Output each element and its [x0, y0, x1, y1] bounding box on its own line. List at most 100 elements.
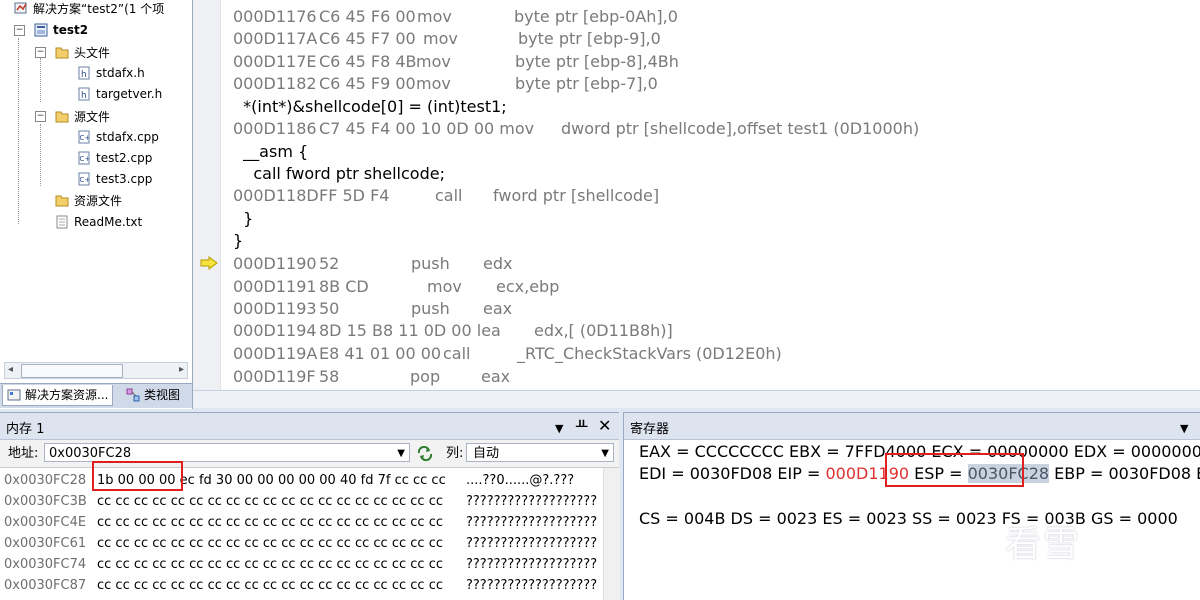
memory-row-bytes[interactable]: cc cc cc cc cc cc cc cc cc cc cc cc cc c…	[97, 554, 443, 575]
register-edi-eip-text: EDI = 0030FD08 EIP =	[639, 464, 826, 483]
memory-row-bytes[interactable]: cc cc cc cc cc cc cc cc cc cc cc cc cc c…	[97, 491, 443, 512]
svg-text:h: h	[81, 70, 87, 80]
scrollbar-thumb[interactable]	[21, 364, 123, 378]
memory-row-chars: ???????????????????	[466, 578, 598, 593]
disassembly-view[interactable]: 000D1176 C6 45 F6 00 mov byte ptr [ebp-0Ah]…	[221, 0, 1200, 390]
memory-row-bytes[interactable]: cc cc cc cc cc cc cc cc cc cc cc cc cc c…	[97, 512, 443, 533]
asm-mnemonic: mov	[417, 7, 452, 26]
address-dropdown-icon[interactable]: ▼	[397, 444, 405, 463]
source-line[interactable]: __asm {	[233, 141, 308, 163]
asm-bytes: C6 45 F9 00	[319, 74, 416, 93]
memory-close-icon[interactable]: ✕	[598, 416, 611, 436]
asm-operands: byte ptr [ebp-8],4Bh	[515, 52, 679, 71]
memory-row[interactable]: 0x0030FC4E cc cc cc cc cc cc cc cc cc cc …	[0, 512, 600, 533]
memory-vertical-scrollbar[interactable]	[603, 468, 620, 600]
memory-row-chars: ???????????????????	[466, 536, 598, 551]
tree-file-test2-cpp[interactable]: C+ test2.cpp	[77, 148, 152, 168]
tab-class-view[interactable]: 类视图	[122, 385, 184, 405]
asm-address: 000D1176	[233, 7, 317, 26]
folder-icon	[55, 47, 69, 59]
asm-bytes: 8B CD	[319, 277, 369, 296]
asm-bytes: 50	[319, 299, 340, 318]
source-line[interactable]: }	[233, 230, 243, 252]
asm-address: 000D1194	[233, 321, 317, 340]
memory-row[interactable]: 0x0030FC28 1b 00 00 00 ec fd 30 00 00 00 …	[0, 470, 600, 491]
memory-row-chars: ???????????????????	[466, 515, 598, 530]
asm-operands: byte ptr [ebp-9],0	[518, 29, 661, 48]
scroll-right-icon[interactable]: ▸	[179, 363, 184, 377]
columns-select[interactable]: 自动 ▼	[466, 443, 614, 462]
collapse-project-toggle[interactable]: −	[14, 25, 25, 36]
memory-row-address: 0x0030FC61	[4, 536, 87, 551]
asm-bytes: 58	[319, 367, 340, 386]
scroll-left-icon[interactable]: ◂	[8, 363, 13, 377]
tree-folder-headers[interactable]: 头文件	[55, 42, 110, 62]
asm-mnemonic: push	[411, 254, 450, 273]
class-view-icon	[126, 388, 140, 402]
asm-address: 000D117A	[233, 29, 318, 48]
address-input[interactable]: 0x0030FC28 ▼	[44, 443, 410, 462]
asm-bytes: C6 45 F6 00	[319, 7, 416, 26]
tree-file-targetver-h[interactable]: h targetver.h	[77, 84, 162, 104]
memory-dropdown-icon[interactable]: ▼	[555, 419, 563, 439]
address-label: 地址:	[8, 446, 39, 461]
collapse-source-files-toggle[interactable]: −	[35, 111, 46, 122]
asm-address: 000D118D	[233, 186, 319, 205]
tree-file-stdafx-cpp[interactable]: C+ stdafx.cpp	[77, 127, 159, 147]
reevaluate-icon[interactable]	[416, 446, 434, 461]
memory-row[interactable]: 0x0030FC3B cc cc cc cc cc cc cc cc cc cc …	[0, 491, 600, 512]
collapse-header-files-toggle[interactable]: −	[35, 47, 46, 58]
asm-mnemonic: push	[411, 299, 450, 318]
tree-project[interactable]: test2	[34, 20, 88, 40]
memory-row-bytes[interactable]: cc cc cc cc cc cc cc cc cc cc cc cc cc c…	[97, 533, 443, 554]
asm-operands: eax	[481, 367, 511, 386]
file-label: stdafx.h	[96, 66, 145, 80]
asm-bytes: E8 41 01 00 00	[319, 344, 442, 363]
registers-dropdown-icon[interactable]: ▼	[1180, 419, 1188, 439]
memory-row-bytes[interactable]: cc cc cc cc cc cc cc cc cc cc cc cc cc c…	[97, 575, 443, 596]
tree-folder-sources[interactable]: 源文件	[55, 106, 110, 126]
tree-file-readme[interactable]: ReadMe.txt	[55, 212, 142, 232]
memory-row[interactable]: 0x0030FC74 cc cc cc cc cc cc cc cc cc cc …	[0, 554, 600, 575]
registers-window: 寄存器 ▼ EAX = CCCCCCCC EBX = 7FFD4000 ECX …	[623, 412, 1200, 600]
tree-file-test3-cpp[interactable]: C+ test3.cpp	[77, 169, 152, 189]
text-file-icon	[56, 215, 68, 229]
source-line[interactable]: *(int*)&shellcode[0] = (int)test1;	[233, 96, 507, 118]
columns-dropdown-icon[interactable]: ▼	[601, 444, 609, 463]
asm-operands: eax	[483, 299, 513, 318]
asm-address: 000D1186	[233, 119, 317, 138]
solution-explorer: 解决方案“test2”(1 个项 − test2 − 头文件 h stdafx.…	[0, 0, 193, 409]
asm-mnemonic: mov	[416, 74, 451, 93]
folder-icon	[55, 195, 69, 207]
memory-title-bar: 内存 1 ▼ ᚇ ✕	[0, 413, 619, 440]
asm-mnemonic: call	[443, 344, 471, 363]
memory-row[interactable]: 0x0030FC87 cc cc cc cc cc cc cc cc cc cc …	[0, 575, 600, 596]
editor-gutter[interactable]	[193, 0, 221, 390]
editor-horizontal-scrollbar[interactable]	[193, 390, 1200, 408]
cpp-file-icon: C+	[78, 151, 90, 165]
asm-address: 000D1191	[233, 277, 317, 296]
memory-highlight-box	[92, 461, 183, 491]
project-label: test2	[53, 23, 89, 37]
asm-operands: byte ptr [ebp-7],0	[515, 74, 658, 93]
columns-label: 列:	[446, 446, 464, 461]
register-line-3: CS = 004B DS = 0023 ES = 0023 SS = 0023 …	[639, 509, 1178, 528]
source-line[interactable]: }	[233, 208, 253, 230]
memory-row-address: 0x0030FC4E	[4, 515, 87, 530]
memory-row-address: 0x0030FC3B	[4, 494, 87, 509]
memory-pin-icon[interactable]: ᚇ	[576, 416, 587, 436]
tree-solution-root[interactable]: 解决方案“test2”(1 个项	[14, 0, 164, 18]
tree-file-stdafx-h[interactable]: h stdafx.h	[77, 63, 145, 83]
solution-horizontal-scrollbar[interactable]: ◂ ▸	[4, 362, 188, 379]
header-file-icon: h	[78, 66, 90, 80]
header-file-icon: h	[78, 87, 90, 101]
tree-folder-resources[interactable]: 资源文件	[55, 190, 122, 210]
memory-row-address: 0x0030FC74	[4, 557, 87, 572]
solution-explorer-icon	[7, 389, 21, 401]
tab-solution-explorer[interactable]: 解决方案资源...	[2, 385, 114, 406]
asm-address: 000D1190	[233, 254, 317, 273]
tree-line	[18, 38, 19, 224]
columns-value: 自动	[473, 446, 500, 461]
source-line[interactable]: call fword ptr shellcode;	[233, 163, 445, 185]
memory-row[interactable]: 0x0030FC61 cc cc cc cc cc cc cc cc cc cc …	[0, 533, 600, 554]
